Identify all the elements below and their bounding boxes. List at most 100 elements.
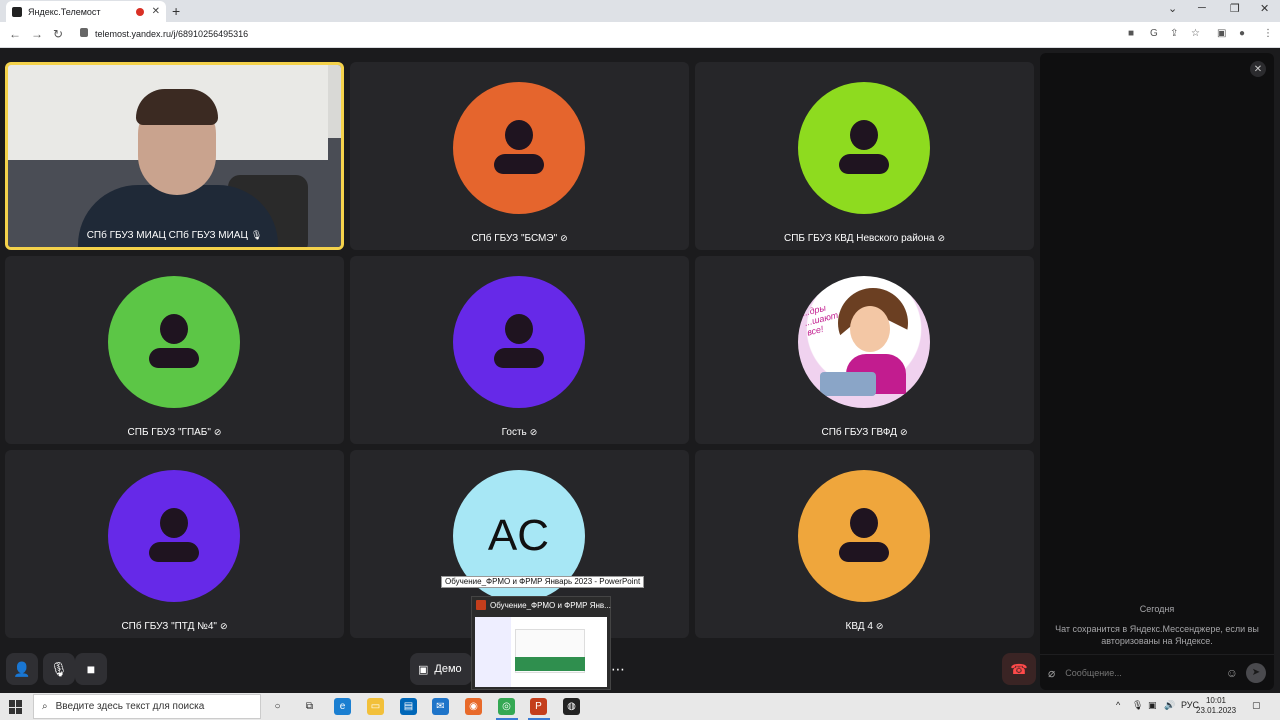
bookmark-star-icon[interactable]: ☆ xyxy=(1191,28,1200,39)
mic-off-icon: ⊘ xyxy=(937,233,945,243)
chat-panel: ✕ Сегодня Чат сохранится в Яндекс.Мессен… xyxy=(1040,53,1274,690)
default-avatar-icon xyxy=(453,276,585,408)
back-arrow-icon[interactable]: ← xyxy=(9,27,21,41)
mail-icon[interactable]: ✉ xyxy=(432,698,449,715)
emoji-icon[interactable]: ☺ xyxy=(1226,666,1238,680)
edge-icon[interactable]: e xyxy=(334,698,351,715)
participant-name: Гость ⊘ xyxy=(501,427,538,438)
mic-off-icon: ⊘ xyxy=(875,621,884,631)
camera-button[interactable]: ■ xyxy=(75,653,107,685)
forward-arrow-icon[interactable]: → xyxy=(31,27,43,41)
preview-thumbnail xyxy=(475,617,607,687)
participant-tile[interactable]: ...дры ...шают все! СПб ГБУЗ ГВФД ⊘ xyxy=(695,256,1034,444)
task-view-icon[interactable]: ⧉ xyxy=(301,698,318,715)
tab-close-icon[interactable]: ✕ xyxy=(152,6,160,17)
participant-video xyxy=(8,65,341,247)
reload-icon[interactable]: ↻ xyxy=(53,27,63,41)
search-icon: ⌕ xyxy=(42,701,48,712)
chat-info-text: Чат сохранится в Яндекс.Мессенджере, есл… xyxy=(1055,624,1259,646)
default-avatar-icon xyxy=(798,82,930,214)
participant-tile[interactable]: СПб ГБУЗ "БСМЭ" ⊘ xyxy=(350,62,689,250)
network-icon[interactable]: ▣ xyxy=(1148,700,1157,711)
store-icon[interactable]: ▤ xyxy=(400,698,417,715)
phone-hangup-icon: ☎ xyxy=(1010,660,1028,677)
participant-tile[interactable]: Гость ⊘ xyxy=(350,256,689,444)
powerpoint-taskbar-icon[interactable]: P xyxy=(530,698,547,715)
participant-name: СПб ГБУЗ "БСМЭ" ⊘ xyxy=(471,233,568,244)
lock-icon[interactable] xyxy=(80,28,88,37)
start-windows-icon[interactable] xyxy=(9,700,23,714)
preview-title: Обучение_ФРМО и ФРМР Янв... xyxy=(476,600,611,610)
camera-icon: ■ xyxy=(86,661,96,677)
default-avatar-icon xyxy=(108,276,240,408)
default-avatar-icon xyxy=(798,470,930,602)
participant-name: КВД 4 ⊘ xyxy=(845,621,884,632)
participant-tile[interactable]: СПб ГБУЗ МИАЦ СПб ГБУЗ МИАЦ 🎙 xyxy=(5,62,344,250)
clock-date: 23.01.2023 xyxy=(1196,706,1237,715)
participant-name: СПб ГБУЗ ГВФД ⊘ xyxy=(821,427,908,438)
telemost-favicon-icon xyxy=(12,6,22,17)
sidepanel-icon[interactable]: ▣ xyxy=(1217,28,1226,39)
firefox-icon[interactable]: ◉ xyxy=(465,698,482,715)
camera-in-use-icon[interactable]: ■ xyxy=(1128,28,1134,39)
mic-icon: 🎙 xyxy=(250,230,263,240)
windows-taskbar: ⌕ Введите здесь текст для поиска ○ ⧉ e ▭… xyxy=(0,693,1280,720)
microphone-icon: 🎙 xyxy=(50,660,68,677)
attach-paperclip-icon[interactable]: ⌀ xyxy=(1048,666,1055,680)
tray-mic-icon[interactable]: 🎙 xyxy=(1132,700,1143,711)
tab-search-icon[interactable]: ⌄ xyxy=(1168,2,1177,15)
menu-dots-icon[interactable]: ⋮ xyxy=(1263,28,1273,39)
chrome-icon[interactable]: ◎ xyxy=(498,698,515,715)
participant-tile[interactable]: СПб ГБУЗ "ПТД №4" ⊘ xyxy=(5,450,344,638)
tab-title: Яндекс.Телемост xyxy=(28,6,101,17)
share-icon[interactable]: ⇪ xyxy=(1170,28,1178,39)
tray-expand-icon[interactable]: ^ xyxy=(1116,700,1120,710)
mic-off-icon: ⊘ xyxy=(560,233,568,243)
message-input[interactable] xyxy=(1065,667,1226,678)
google-icon[interactable]: G xyxy=(1150,28,1158,39)
clock-time: 10:01 xyxy=(1205,696,1227,705)
volume-icon[interactable]: 🔊 xyxy=(1164,700,1175,711)
restore-button[interactable]: ❐ xyxy=(1230,2,1240,15)
mic-off-icon: ⊘ xyxy=(529,427,538,437)
add-user-icon: 👤 xyxy=(13,660,31,677)
mic-off-icon: ⊘ xyxy=(899,427,908,437)
send-button[interactable]: ➤ xyxy=(1246,662,1266,683)
profile-icon[interactable]: ● xyxy=(1239,28,1245,39)
powerpoint-window-preview[interactable]: Обучение_ФРМО и ФРМР Янв... xyxy=(471,596,611,690)
microphone-button[interactable]: 🎙 xyxy=(43,653,75,685)
app-icon[interactable]: ◍ xyxy=(563,698,580,715)
chat-close-button[interactable]: ✕ xyxy=(1250,61,1266,77)
file-explorer-icon[interactable]: ▭ xyxy=(367,698,384,715)
taskbar-search[interactable]: ⌕ Введите здесь текст для поиска xyxy=(33,694,261,719)
close-icon: ✕ xyxy=(1253,63,1263,75)
participant-tile[interactable]: КВД 4 ⊘ xyxy=(695,450,1034,638)
participant-name: СПб ГБУЗ МИАЦ СПб ГБУЗ МИАЦ 🎙 xyxy=(86,230,263,241)
new-tab-button[interactable]: + xyxy=(172,3,180,19)
participant-tile[interactable]: СПБ ГБУЗ КВД Невского района ⊘ xyxy=(695,62,1034,250)
screen-share-label: Демо xyxy=(434,663,462,675)
system-clock[interactable]: 10:01 23.01.2023 xyxy=(1196,696,1236,716)
url-field[interactable]: telemost.yandex.ru/j/68910256495316 xyxy=(95,29,248,39)
avatar-initials: АС xyxy=(487,511,551,560)
chat-input-bar: ⌀ ☺ ➤ xyxy=(1040,654,1274,690)
close-window-button[interactable]: ✕ xyxy=(1260,2,1269,15)
participant-tile[interactable]: СПБ ГБУЗ "ГПАБ" ⊘ xyxy=(5,256,344,444)
notifications-icon[interactable]: ▢ xyxy=(1252,700,1261,711)
powerpoint-icon xyxy=(476,600,486,610)
add-participant-button[interactable]: 👤 xyxy=(6,653,38,685)
chat-date-label: Сегодня xyxy=(1139,604,1175,614)
minimize-button[interactable]: ─ xyxy=(1198,2,1206,14)
participant-name: СПб ГБУЗ "ПТД №4" ⊘ xyxy=(121,621,228,632)
mic-off-icon: ⊘ xyxy=(213,427,222,437)
screen-share-icon: ▣ xyxy=(418,663,429,676)
screen-share-button[interactable]: ▣ Демо xyxy=(410,653,472,685)
recording-indicator-icon xyxy=(135,7,144,16)
powerpoint-tooltip: Обучение_ФРМО и ФРМР Январь 2023 - Power… xyxy=(441,576,645,588)
browser-tab[interactable]: Яндекс.Телемост ✕ xyxy=(6,1,166,22)
more-dots-icon: ⋯ xyxy=(611,660,625,677)
hang-up-button[interactable]: ☎ xyxy=(1002,653,1036,685)
browser-tabbar: Яндекс.Телемост ✕ + ⌄ ─ ❐ ✕ xyxy=(0,0,1280,22)
cortana-icon[interactable]: ○ xyxy=(269,698,286,715)
default-avatar-icon xyxy=(108,470,240,602)
